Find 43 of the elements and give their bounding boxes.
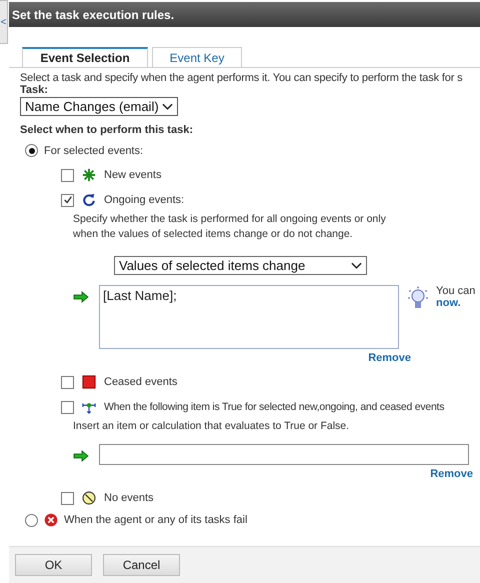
star-icon — [82, 168, 96, 182]
arrow-icon — [73, 450, 89, 462]
radio-button[interactable] — [25, 514, 38, 526]
checkbox[interactable] — [61, 376, 74, 388]
no-entry-icon — [82, 491, 96, 505]
event-label: Ongoing events: — [104, 194, 184, 206]
tab[interactable]: Event Key — [152, 47, 242, 67]
checkbox[interactable] — [61, 194, 74, 206]
remove-link[interactable]: Remove — [430, 468, 473, 480]
radio-button[interactable] — [25, 144, 38, 157]
chevron-icon — [162, 102, 173, 110]
checkbox[interactable] — [61, 492, 74, 504]
stop-icon — [82, 375, 96, 389]
mode-dropdown[interactable]: Values of selected items change — [114, 256, 367, 275]
tip-link[interactable]: now. — [436, 297, 476, 309]
collapse-handle[interactable]: < — [0, 0, 8, 44]
condition-hint: Insert an item or calculation that evaluates to True or False. — [73, 419, 350, 434]
dialog-title: Set the task execution rules. — [12, 8, 174, 22]
event-label: No events — [104, 492, 154, 504]
tip-text: You can — [436, 285, 476, 297]
checkbox[interactable] — [61, 168, 74, 182]
dialog-button[interactable]: Cancel — [103, 554, 180, 576]
error-icon — [44, 513, 58, 527]
intro-text: Select a task and specify when the agent performs it. You can specify to perform the task for s — [20, 72, 464, 84]
remove-link[interactable]: Remove — [368, 352, 411, 364]
task-label: Task: — [20, 84, 49, 96]
event-label: When the following item is True for selected new,ongoing, and ceased events — [104, 401, 444, 413]
chevron-icon — [351, 262, 362, 270]
arrow-icon — [73, 291, 89, 303]
refresh-icon — [82, 193, 96, 207]
when-label: Select when to perform this task: — [20, 124, 194, 136]
option-label: When the agent or any of its tasks fail — [64, 514, 248, 526]
condition-field[interactable] — [99, 444, 469, 465]
dialog-button[interactable]: OK — [15, 554, 92, 576]
branch-icon — [82, 400, 96, 414]
items-field[interactable]: [Last Name]; — [99, 285, 399, 349]
ongoing-description: Specify whether the task is performed for all ongoing events or only when the values of selected items change or do not change. — [73, 212, 387, 242]
event-label: New events — [104, 169, 162, 181]
checkbox[interactable] — [61, 400, 74, 414]
task-dropdown[interactable]: Name Changes (email) — [20, 97, 178, 116]
tab[interactable]: Event Selection — [22, 47, 148, 67]
event-label: Ceased events — [104, 376, 178, 388]
option-label: For selected events: — [44, 144, 144, 156]
